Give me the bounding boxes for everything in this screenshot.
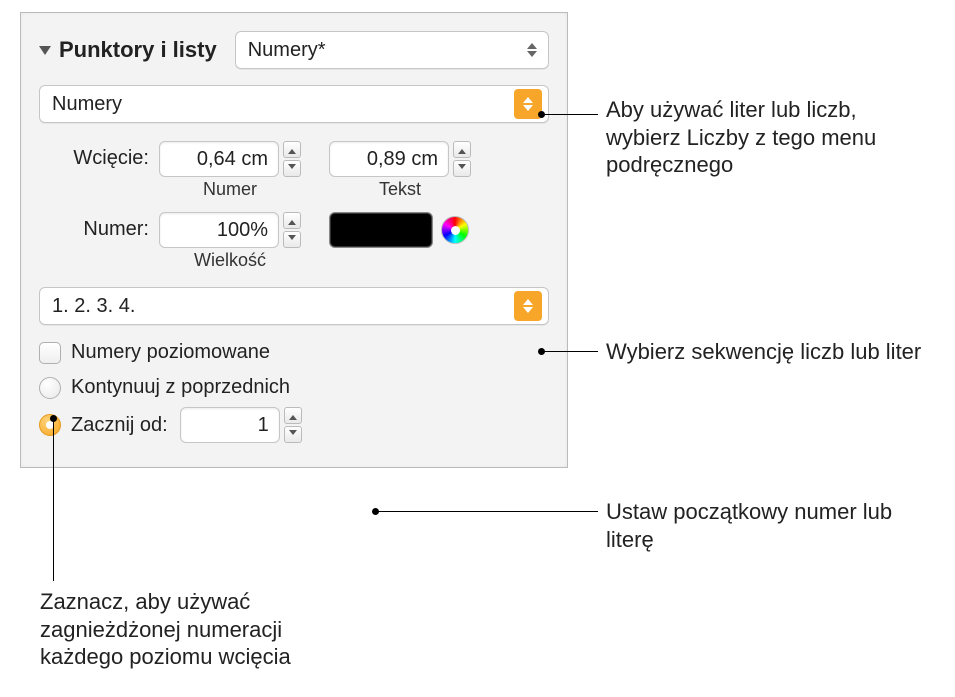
color-wheel-icon[interactable]: [441, 216, 469, 244]
indent-text-value: 0,89 cm: [367, 148, 438, 171]
number-color-well[interactable]: [329, 212, 433, 248]
indent-label: Wcięcie:: [39, 141, 159, 170]
number-size-stepper[interactable]: [283, 212, 301, 248]
callout-start: Ustaw początkowy numer lub literę: [606, 498, 936, 553]
disclosure-triangle-icon[interactable]: [39, 46, 51, 55]
indent-number-caption: Numer: [159, 179, 301, 200]
bullet-type-popup[interactable]: Numery: [39, 85, 549, 123]
callout-type: Aby używać liter lub liczb, wybierz Licz…: [606, 96, 936, 179]
list-style-popup-label: Numery*: [248, 39, 326, 62]
callout-sequence: Wybierz sekwencję liczb lub liter: [606, 338, 921, 366]
callout-leader: [53, 418, 54, 581]
list-format-panel: Punktory i listy Numery* Numery Wcięcie:…: [20, 12, 568, 468]
list-style-popup[interactable]: Numery*: [235, 31, 549, 69]
callout-tiered: Zaznacz, aby używać zagnieżdżonej numera…: [40, 588, 370, 671]
indent-text-field[interactable]: 0,89 cm: [329, 141, 449, 177]
number-size-value: 100%: [217, 219, 268, 242]
number-sequence-popup[interactable]: 1. 2. 3. 4.: [39, 287, 549, 325]
callout-leader: [541, 114, 598, 115]
bullet-type-popup-label: Numery: [52, 93, 122, 116]
start-from-value: 1: [258, 414, 269, 437]
continue-from-previous-radio[interactable]: [39, 377, 61, 399]
indent-text-stepper[interactable]: [453, 141, 471, 177]
indent-number-stepper[interactable]: [283, 141, 301, 177]
callout-leader: [541, 351, 598, 352]
number-label: Numer:: [39, 212, 159, 241]
number-sequence-popup-label: 1. 2. 3. 4.: [52, 295, 135, 318]
tiered-numbers-checkbox[interactable]: [39, 342, 61, 364]
number-size-field[interactable]: 100%: [159, 212, 279, 248]
indent-text-caption: Tekst: [329, 179, 471, 200]
callout-leader: [375, 511, 598, 512]
start-from-stepper[interactable]: [284, 407, 302, 443]
section-title: Punktory i listy: [59, 37, 217, 63]
indent-number-value: 0,64 cm: [197, 148, 268, 171]
chevron-up-down-icon: [522, 37, 542, 63]
tiered-numbers-label: Numery poziomowane: [71, 341, 270, 364]
start-from-label: Zacznij od:: [71, 414, 168, 437]
indent-number-field[interactable]: 0,64 cm: [159, 141, 279, 177]
number-size-caption: Wielkość: [159, 250, 301, 271]
start-from-field[interactable]: 1: [180, 407, 280, 443]
chevron-up-down-icon: [514, 291, 542, 321]
continue-from-previous-label: Kontynuuj z poprzednich: [71, 376, 290, 399]
